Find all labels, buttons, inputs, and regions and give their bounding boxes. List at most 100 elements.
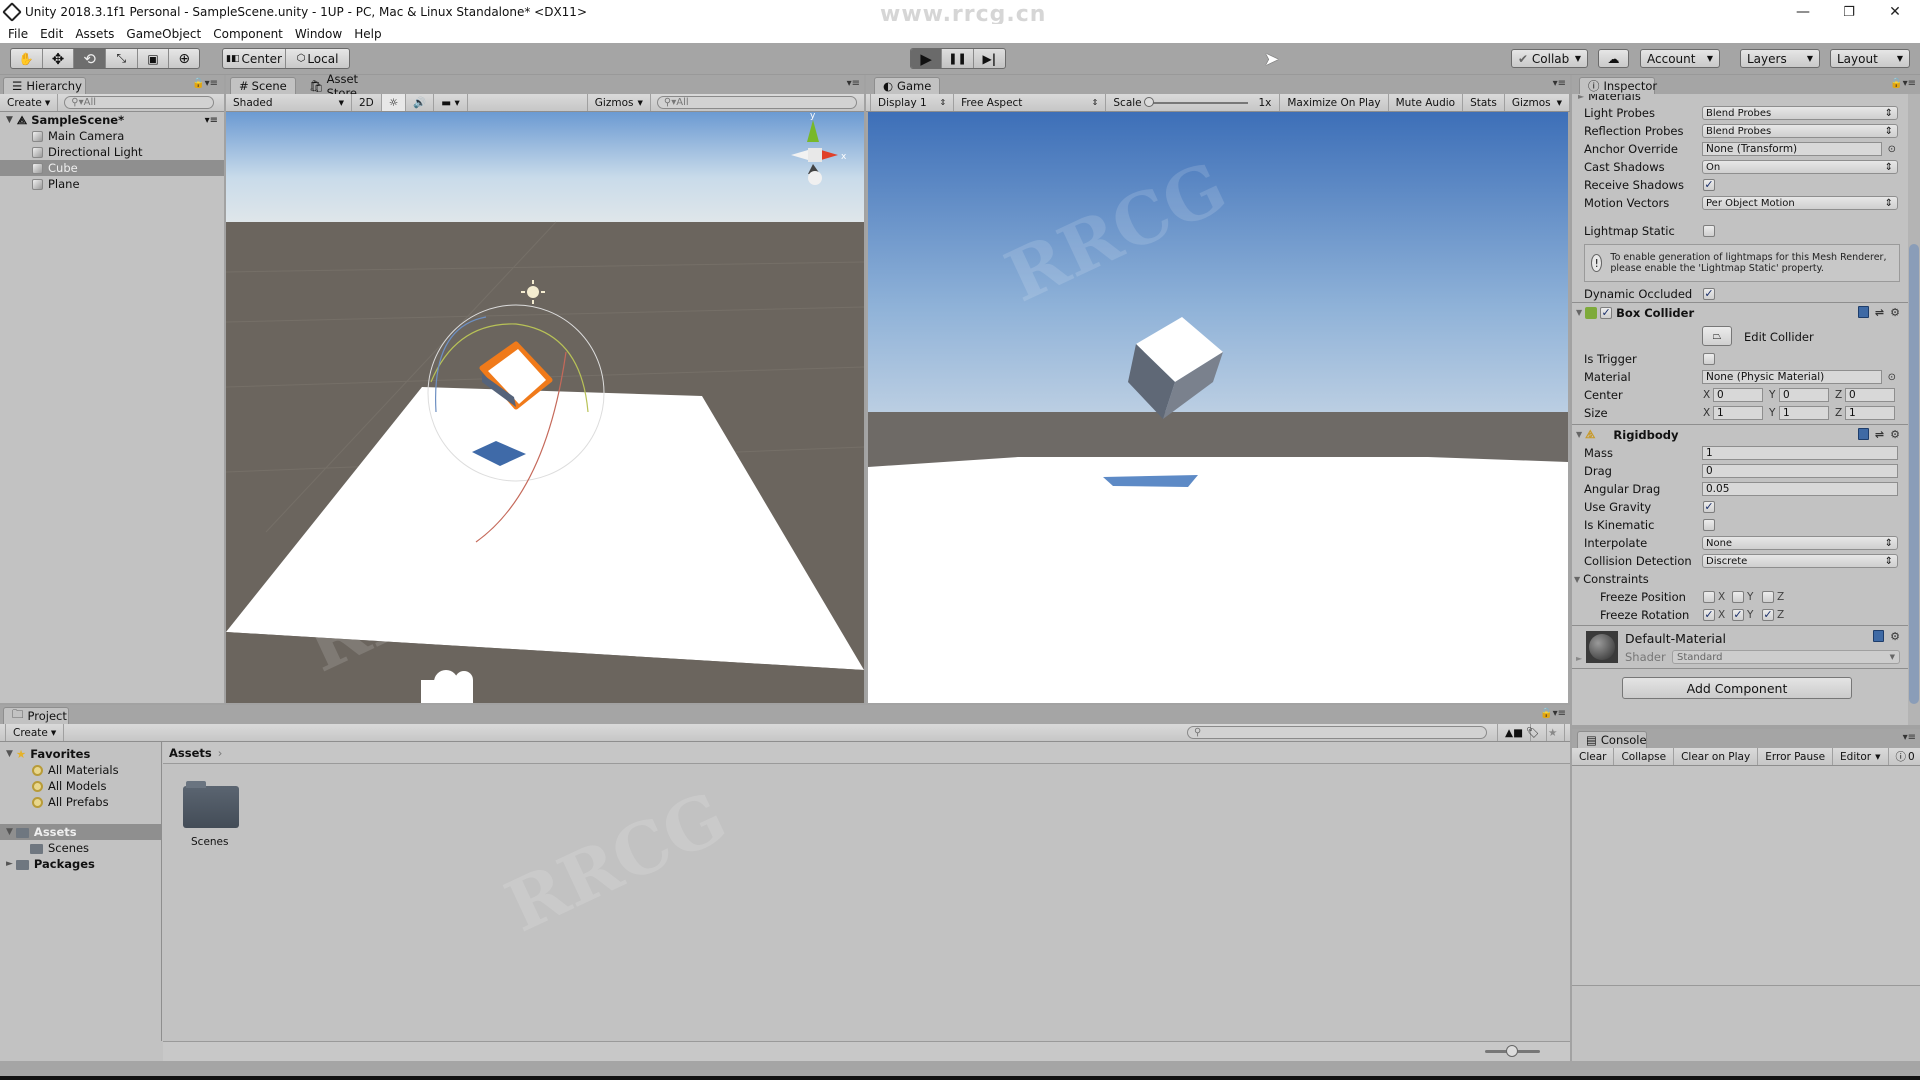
center-y-input[interactable]: 0 [1779, 388, 1829, 402]
help-book-icon[interactable] [1857, 306, 1869, 318]
shader-dropdown[interactable]: Standard ▼ [1672, 650, 1900, 664]
preset-icon[interactable]: ⇌ [1875, 428, 1884, 441]
tab-inspector[interactable]: ⓘ Inspector [1579, 77, 1657, 94]
favorite-star-icon[interactable]: ★ [1541, 724, 1566, 741]
gear-icon[interactable]: ⚙ [1890, 306, 1900, 319]
scale-tool-icon[interactable]: ⤡ [106, 49, 138, 68]
collapse-toggle[interactable]: Collapse [1614, 748, 1675, 765]
interpolate-dropdown[interactable]: None ⇕ [1702, 536, 1898, 550]
play-button[interactable]: ▶ [911, 49, 943, 68]
display-dropdown[interactable]: Display 1 ⇕ [870, 94, 955, 111]
breadcrumb-assets[interactable]: Assets [169, 746, 212, 760]
icon-size-slider-thumb[interactable] [1506, 1045, 1518, 1057]
editor-dropdown[interactable]: Editor ▼ [1833, 748, 1889, 765]
foldout-arrow-icon[interactable]: ▼ [1576, 430, 1582, 439]
angular-drag-input[interactable]: 0.05 [1702, 482, 1898, 496]
game-gizmos-toggle[interactable]: Gizmos ▼ [1505, 94, 1570, 111]
rotate-tool-icon[interactable]: ⟲ [74, 49, 107, 68]
expand-triangle-icon[interactable]: ▼ [6, 827, 13, 837]
menu-gameobject[interactable]: GameObject [126, 27, 201, 41]
clear-button[interactable]: Clear [1572, 748, 1615, 765]
freeze-position-y-checkbox[interactable] [1732, 591, 1744, 603]
lighting-toggle-icon[interactable]: ☼ [381, 94, 407, 111]
use-gravity-checkbox[interactable]: ✓ [1703, 501, 1715, 513]
scene-search-input[interactable]: ⚲▾ All [656, 96, 857, 109]
hand-tool-icon[interactable]: ✋ [11, 49, 43, 68]
hierarchy-item[interactable]: Directional Light [0, 144, 224, 160]
menu-component[interactable]: Component [213, 27, 283, 41]
help-book-icon[interactable] [1873, 630, 1885, 642]
favorites-node[interactable]: ▼ ★ Favorites [0, 746, 161, 762]
foldout-arrow-icon[interactable]: ▼ [1576, 308, 1582, 317]
mass-input[interactable]: 1 [1702, 446, 1898, 460]
panel-menu-icon[interactable]: ▾≡ [847, 78, 860, 89]
preset-icon[interactable]: ⇌ [1875, 306, 1884, 319]
restore-icon[interactable]: ❐ [1826, 0, 1872, 24]
lock-menu-icon[interactable]: 🔒▾≡ [1540, 708, 1566, 719]
add-component-button[interactable]: Add Component [1622, 677, 1852, 699]
collision-detection-dropdown[interactable]: Discrete ⇕ [1702, 554, 1898, 568]
size-x-input[interactable]: 1 [1713, 406, 1763, 420]
game-viewport[interactable] [868, 112, 1568, 703]
expand-triangle-icon[interactable]: ▼ [6, 749, 13, 759]
help-book-icon[interactable] [1857, 428, 1869, 440]
assets-node[interactable]: ▼ Assets [0, 824, 161, 840]
rigidbody-header[interactable]: ▼ ⧌ Rigidbody ⇌ ⚙ [1572, 424, 1908, 444]
tab-scene[interactable]: # Scene [230, 77, 296, 94]
move-tool-icon[interactable]: ✥ [43, 49, 75, 68]
expand-triangle-icon[interactable]: ▼ [6, 115, 13, 125]
error-count-toggle[interactable]: ⓘ 0 [1889, 748, 1920, 765]
favorite-item[interactable]: All Materials [0, 762, 161, 778]
scale-slider[interactable]: Scale 1x [1106, 94, 1281, 111]
tab-project[interactable]: 🗀 Project [3, 707, 69, 724]
transform-tool-icon[interactable]: ⊕ [169, 49, 199, 68]
effects-dropdown-icon[interactable]: ▬ ▾ [434, 94, 468, 111]
tab-console[interactable]: ▤ Console [1577, 731, 1647, 748]
clear-on-play-toggle[interactable]: Clear on Play [1674, 748, 1759, 765]
error-pause-toggle[interactable]: Error Pause [1758, 748, 1834, 765]
packages-node[interactable]: ► Packages [0, 856, 161, 872]
motion-vectors-dropdown[interactable]: Per Object Motion ⇕ [1702, 196, 1898, 210]
step-button[interactable]: ▶| [974, 49, 1005, 68]
audio-toggle-icon[interactable]: 🔊 [406, 94, 435, 111]
create-button[interactable]: Create ▼ [0, 94, 59, 111]
scenes-folder-icon[interactable] [183, 781, 239, 828]
pause-button[interactable]: ❚❚ [942, 49, 974, 68]
layout-dropdown[interactable]: Layout ▼ [1830, 49, 1910, 68]
drag-input[interactable]: 0 [1702, 464, 1898, 478]
cloud-button[interactable]: ☁ [1598, 49, 1629, 68]
freeze-rotation-z-checkbox[interactable]: ✓ [1762, 609, 1774, 621]
asset-folder-item[interactable]: Scenes [0, 840, 161, 856]
shading-mode-dropdown[interactable]: Shaded ▼ [226, 94, 352, 111]
cast-shadows-dropdown[interactable]: On ⇕ [1702, 160, 1898, 174]
stats-toggle[interactable]: Stats [1463, 94, 1505, 111]
receive-shadows-checkbox[interactable]: ✓ [1703, 179, 1715, 191]
object-picker-icon[interactable]: ⊙ [1888, 372, 1896, 383]
physic-material-field[interactable]: None (Physic Material) [1702, 370, 1882, 384]
scale-slider-thumb[interactable] [1144, 97, 1155, 107]
mode-2d-toggle[interactable]: 2D [352, 94, 382, 111]
menu-help[interactable]: Help [354, 27, 381, 41]
freeze-position-z-checkbox[interactable] [1762, 591, 1774, 603]
menu-window[interactable]: Window [295, 27, 342, 41]
tab-game[interactable]: ◐ Game [874, 77, 940, 94]
foldout-arrow-icon[interactable]: ▼ [1574, 575, 1580, 584]
gear-icon[interactable]: ⚙ [1890, 630, 1900, 643]
constraints-foldout[interactable]: ▼ Constraints [1572, 570, 1908, 588]
freeze-position-x-checkbox[interactable] [1703, 591, 1715, 603]
menu-file[interactable]: File [8, 27, 28, 41]
expand-triangle-icon[interactable]: ► [6, 859, 13, 869]
scrollbar-thumb[interactable] [1909, 244, 1919, 704]
collab-button[interactable]: ✔ Collab ▼ [1511, 49, 1588, 68]
rect-tool-icon[interactable]: ▣ [138, 49, 170, 68]
is-kinematic-checkbox[interactable] [1703, 519, 1715, 531]
center-z-input[interactable]: 0 [1845, 388, 1895, 402]
tab-asset-store[interactable]: 🛍 Asset Store [300, 72, 400, 100]
freeze-rotation-y-checkbox[interactable]: ✓ [1732, 609, 1744, 621]
lock-menu-icon[interactable]: 🔒▾≡ [1890, 78, 1916, 89]
favorite-item[interactable]: All Prefabs [0, 794, 161, 810]
favorite-item[interactable]: All Models [0, 778, 161, 794]
size-z-input[interactable]: 1 [1845, 406, 1895, 420]
hierarchy-item-selected[interactable]: Cube [0, 160, 224, 176]
hierarchy-item[interactable]: Plane [0, 176, 224, 192]
